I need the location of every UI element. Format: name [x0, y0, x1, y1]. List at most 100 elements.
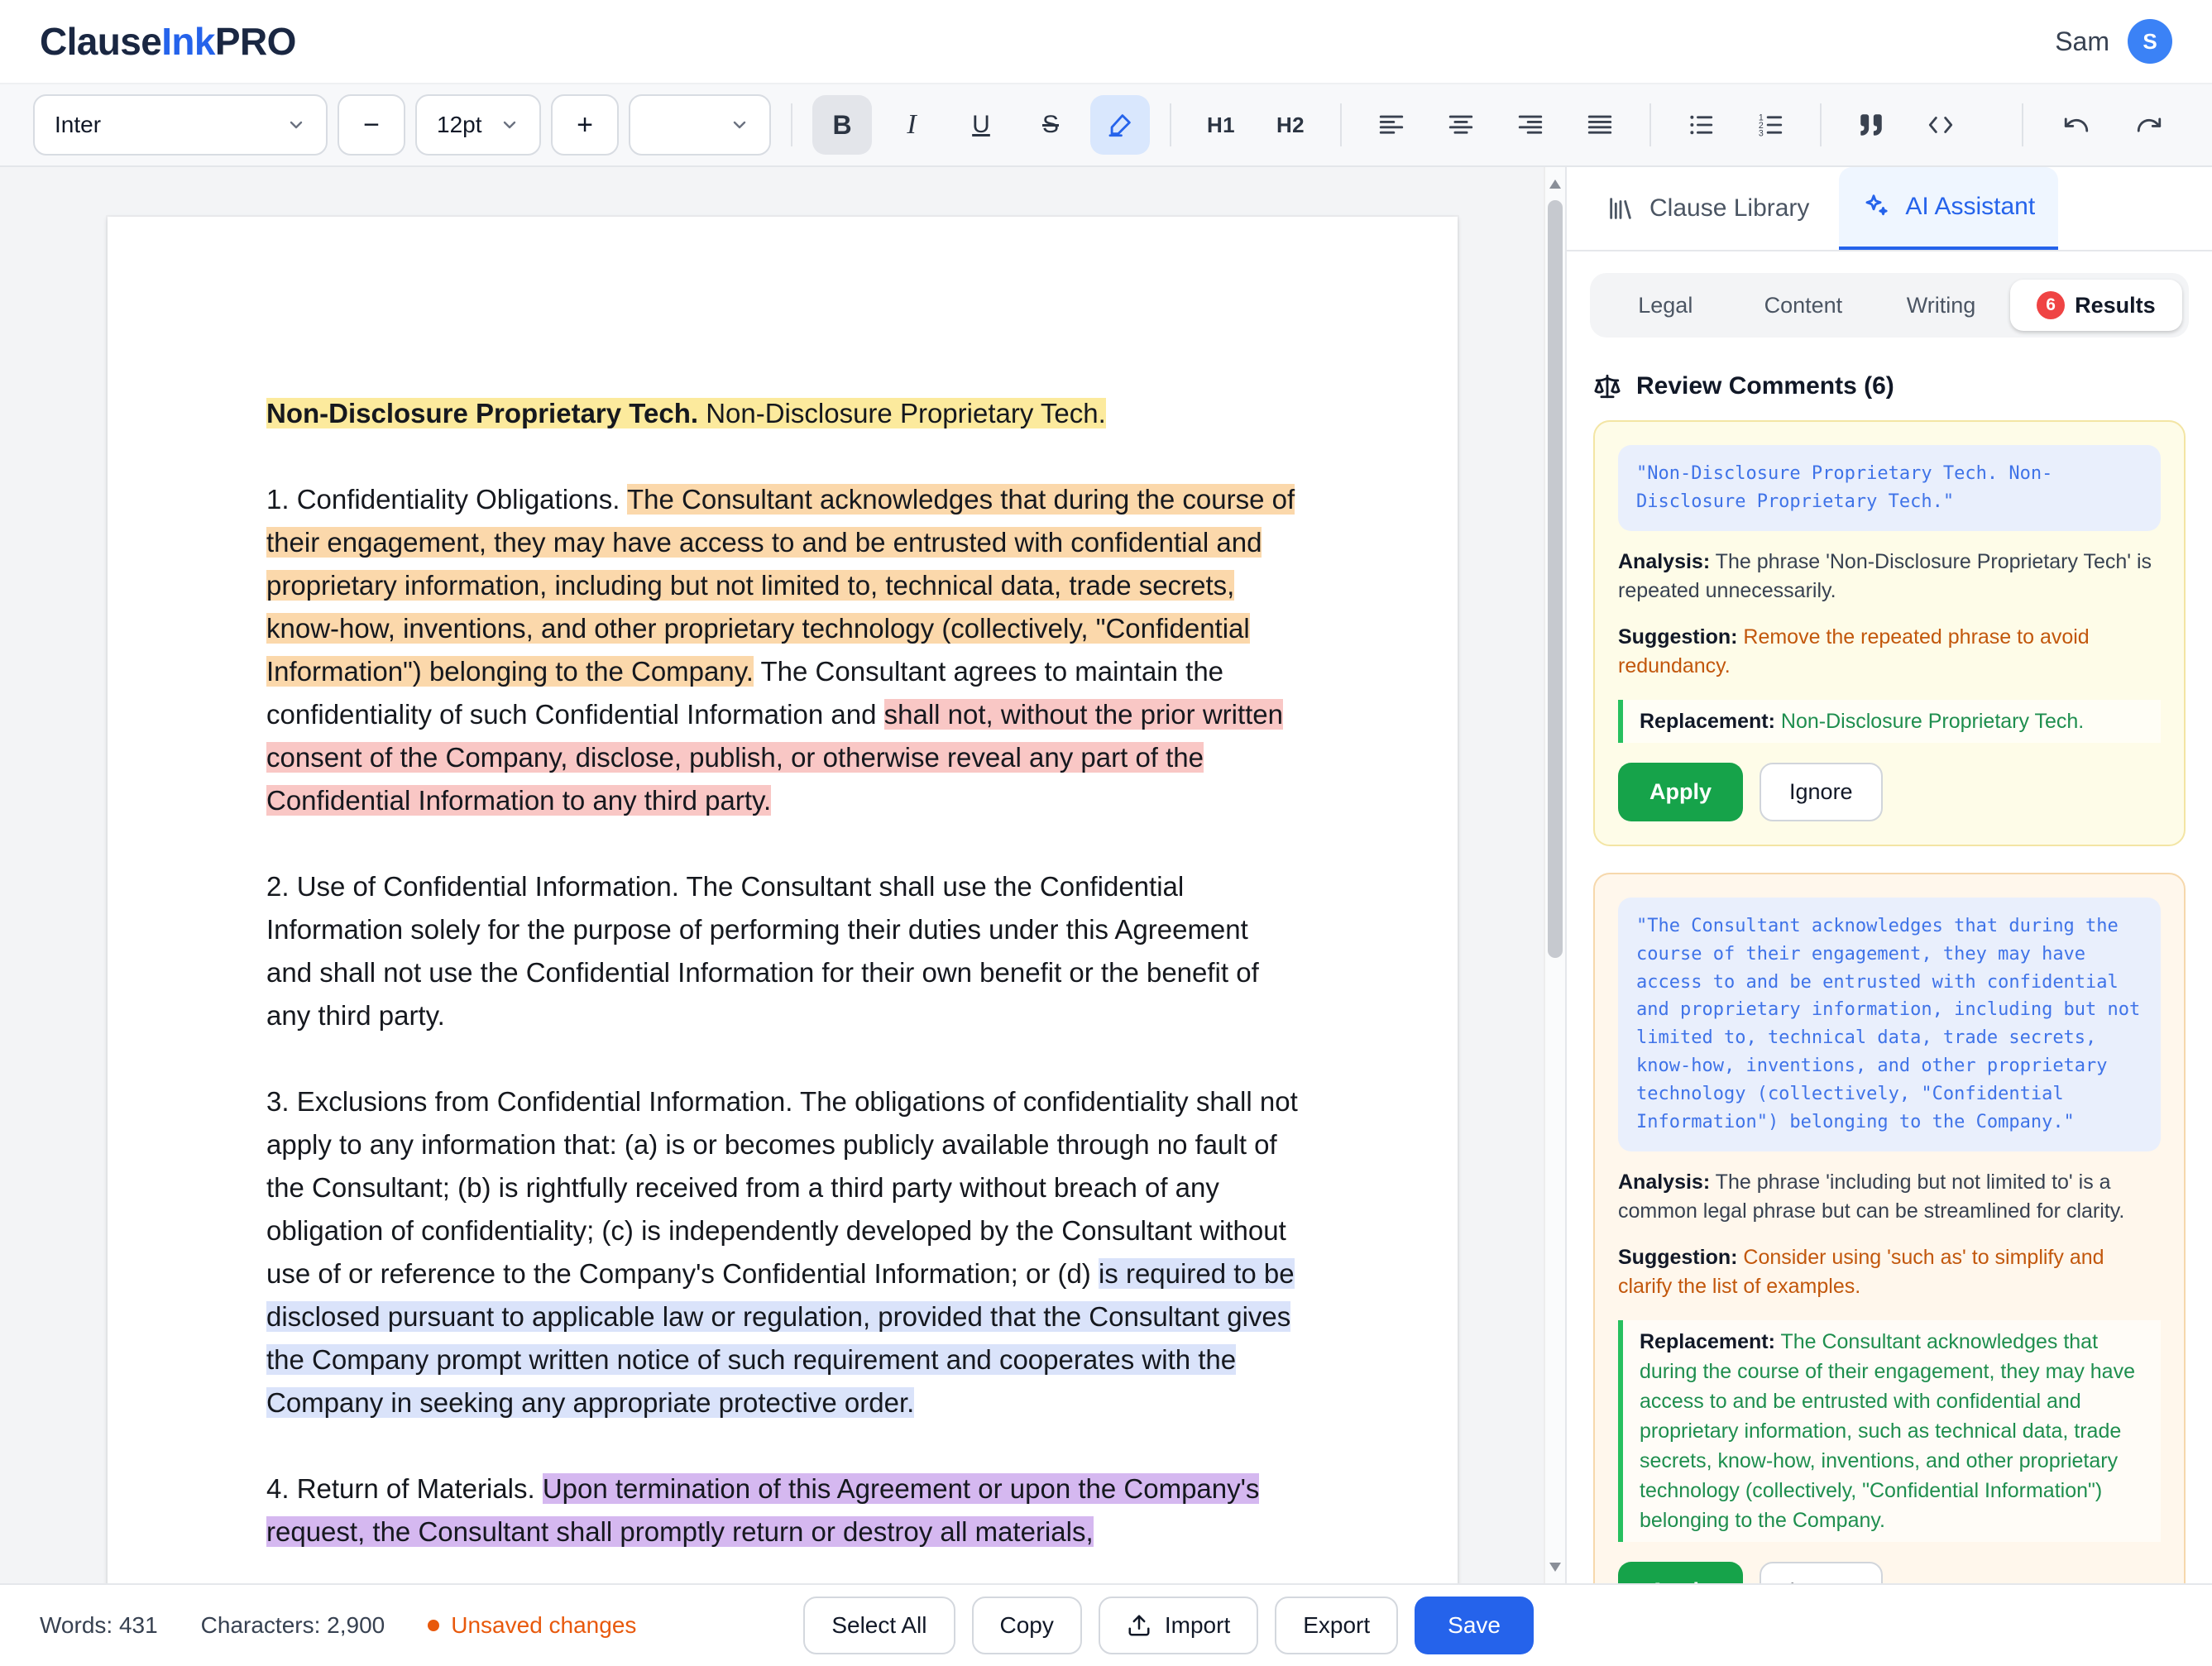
dot-icon: [428, 1620, 439, 1631]
library-icon: [1606, 194, 1635, 223]
scroll-up-arrow-icon[interactable]: [1545, 170, 1565, 197]
card-actions: Apply Ignore: [1618, 763, 2161, 821]
analysis-line: Analysis: The phrase 'including but not …: [1618, 1168, 2161, 1227]
decrease-font-button[interactable]: −: [338, 94, 405, 156]
align-center-icon: [1447, 111, 1475, 139]
font-family-select[interactable]: Inter: [33, 94, 328, 156]
numbered-list-button[interactable]: 123: [1740, 95, 1800, 155]
italic-button[interactable]: I: [882, 95, 941, 155]
logo-text-pro: PRO: [215, 20, 296, 63]
analysis-label: Analysis:: [1618, 1171, 1710, 1194]
status-bar: Words: 431 Characters: 2,900 Unsaved cha…: [0, 1583, 2212, 1666]
align-left-icon: [1377, 111, 1405, 139]
tab-results[interactable]: 6 Results: [2010, 280, 2182, 331]
document-actions: Select All Copy Import Export Save: [803, 1597, 1534, 1654]
chevron-down-icon: [286, 115, 306, 135]
scroll-down-arrow-icon[interactable]: [1545, 1553, 1565, 1580]
replacement-block: Replacement: The Consultant acknowledges…: [1618, 1320, 2161, 1542]
bullet-list-button[interactable]: [1671, 95, 1731, 155]
blockquote-button[interactable]: [1841, 95, 1901, 155]
replacement-block: Replacement: Non-Disclosure Proprietary …: [1618, 700, 2161, 743]
app-logo: ClauseInkPRO: [40, 19, 296, 64]
logo-text-ink: Ink: [161, 20, 215, 63]
font-family-value: Inter: [55, 112, 101, 138]
tab-clause-library[interactable]: Clause Library: [1583, 167, 1832, 250]
chevron-down-icon: [730, 115, 749, 135]
editor-scrollbar[interactable]: [1544, 167, 1565, 1583]
apply-button[interactable]: Apply: [1618, 763, 1743, 821]
apply-button[interactable]: Apply: [1618, 1562, 1743, 1583]
unsaved-changes-indicator: Unsaved changes: [428, 1612, 636, 1639]
ignore-button[interactable]: Ignore: [1760, 1562, 1883, 1583]
review-comment-card: "The Consultant acknowledges that during…: [1593, 873, 2186, 1583]
analysis-label: Analysis:: [1618, 550, 1710, 573]
tab-content[interactable]: Content: [1735, 281, 1873, 330]
document-page[interactable]: Non-Disclosure Proprietary Tech. Non-Dis…: [108, 217, 1458, 1583]
quoted-text: "Non-Disclosure Proprietary Tech. Non-Di…: [1618, 445, 2161, 531]
formatting-toolbar: Inter − 12pt + B I U S H1 H2 123: [0, 83, 2212, 167]
word-count: Words: 431: [40, 1612, 158, 1639]
analysis-line: Analysis: The phrase 'Non-Disclosure Pro…: [1618, 548, 2161, 606]
scales-icon: [1593, 372, 1621, 400]
tab-legal[interactable]: Legal: [1597, 281, 1735, 330]
code-button[interactable]: [1911, 95, 1970, 155]
character-count: Characters: 2,900: [201, 1612, 385, 1639]
replacement-text: Non-Disclosure Proprietary Tech.: [1781, 710, 2084, 733]
replacement-label: Replacement:: [1640, 710, 1775, 733]
align-justify-button[interactable]: [1570, 95, 1630, 155]
paragraph-2[interactable]: 2. Use of Confidential Information. The …: [266, 865, 1299, 1037]
user-area: Sam S: [2055, 19, 2172, 64]
ignore-button[interactable]: Ignore: [1760, 763, 1883, 821]
align-justify-icon: [1586, 111, 1614, 139]
card-actions: Apply Ignore: [1618, 1562, 2161, 1583]
undo-button[interactable]: [2047, 95, 2106, 155]
import-button[interactable]: Import: [1099, 1597, 1258, 1654]
upload-icon: [1127, 1613, 1151, 1638]
font-size-select[interactable]: 12pt: [415, 94, 541, 156]
p2-text: 2. Use of Confidential Information. The …: [266, 871, 1259, 1031]
paragraph-1[interactable]: 1. Confidentiality Obligations. The Cons…: [266, 478, 1299, 822]
align-left-button[interactable]: [1362, 95, 1421, 155]
bold-button[interactable]: B: [812, 95, 872, 155]
text-style-select[interactable]: [629, 94, 771, 156]
heading1-button[interactable]: H1: [1191, 95, 1251, 155]
chevron-down-icon: [500, 115, 519, 135]
review-comments-title: Review Comments (6): [1636, 372, 1894, 400]
copy-button[interactable]: Copy: [972, 1597, 1082, 1654]
document-editor-area: Non-Disclosure Proprietary Tech. Non-Dis…: [0, 167, 1565, 1583]
tab-writing[interactable]: Writing: [1872, 281, 2010, 330]
logo-text-clause: Clause: [40, 20, 161, 63]
tab-ai-assistant[interactable]: AI Assistant: [1839, 167, 2058, 250]
suggestion-line: Suggestion: Consider using 'such as' to …: [1618, 1243, 2161, 1302]
select-all-button[interactable]: Select All: [803, 1597, 955, 1654]
review-comment-card: "Non-Disclosure Proprietary Tech. Non-Di…: [1593, 420, 2186, 846]
font-size-value: 12pt: [437, 112, 482, 138]
quote-icon: [1857, 111, 1885, 139]
undo-icon: [2062, 111, 2090, 139]
export-button[interactable]: Export: [1275, 1597, 1398, 1654]
title-highlight-bold: Non-Disclosure Proprietary Tech.: [266, 398, 706, 428]
suggestion-line: Suggestion: Remove the repeated phrase t…: [1618, 623, 2161, 682]
paragraph-4[interactable]: 4. Return of Materials. Upon termination…: [266, 1467, 1299, 1553]
toolbar-divider: [1170, 103, 1171, 146]
history-group: [2012, 95, 2179, 155]
save-button[interactable]: Save: [1415, 1597, 1534, 1654]
underline-button[interactable]: U: [951, 95, 1011, 155]
increase-font-button[interactable]: +: [551, 94, 619, 156]
highlighter-button[interactable]: [1090, 95, 1150, 155]
heading2-button[interactable]: H2: [1261, 95, 1320, 155]
highlighter-icon: [1106, 111, 1134, 139]
toolbar-divider: [791, 103, 792, 146]
paragraph-3[interactable]: 3. Exclusions from Confidential Informat…: [266, 1080, 1299, 1424]
align-right-button[interactable]: [1501, 95, 1560, 155]
panel-tabs: Clause Library AI Assistant: [1567, 167, 2212, 251]
redo-button[interactable]: [2119, 95, 2179, 155]
scrollbar-thumb[interactable]: [1548, 200, 1563, 958]
align-center-button[interactable]: [1431, 95, 1491, 155]
strikethrough-button[interactable]: S: [1021, 95, 1080, 155]
avatar[interactable]: S: [2128, 19, 2172, 64]
align-right-icon: [1516, 111, 1544, 139]
tab-ai-assistant-label: AI Assistant: [1905, 193, 2035, 221]
document-title[interactable]: Non-Disclosure Proprietary Tech. Non-Dis…: [266, 392, 1299, 435]
toolbar-divider: [2022, 103, 2023, 146]
